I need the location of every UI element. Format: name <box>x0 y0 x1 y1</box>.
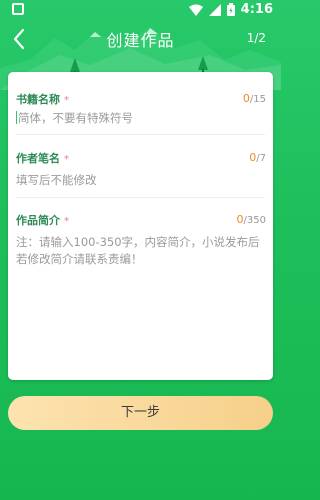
required-mark: * <box>64 216 69 227</box>
book-name-counter: 0/15 <box>242 92 266 105</box>
author-name-counter: 0/7 <box>249 151 266 164</box>
divider <box>16 197 265 198</box>
divider <box>16 134 265 135</box>
intro-textarea[interactable]: 注：请输入100-350字，内容简介，小说发布后若修改简介请联系责编！ <box>16 234 265 374</box>
book-name-input[interactable]: 简体，不要有特殊符号 <box>16 110 265 126</box>
system-navigation-bar <box>0 465 281 500</box>
page-title: 创建作品 <box>106 31 175 50</box>
book-name-label: 书籍名称 * <box>16 93 69 106</box>
text-cursor <box>16 111 17 124</box>
required-mark: * <box>64 154 69 165</box>
form-card: 书籍名称 * 0/15 简体，不要有特殊符号 作者笔名 * 0/7 填写后不能修改 … <box>8 72 273 380</box>
page-indicator: 1/2 <box>246 31 266 45</box>
status-bar: 4:16 <box>0 0 281 20</box>
next-step-button[interactable]: 下一步 <box>8 396 273 430</box>
app-bar: 创建作品 1/2 <box>0 20 281 60</box>
author-name-label: 作者笔名 * <box>16 152 69 165</box>
required-mark: * <box>64 95 69 106</box>
intro-counter: 0/350 <box>236 213 266 226</box>
notification-square-icon <box>12 3 24 15</box>
wifi-icon <box>188 4 203 16</box>
status-icons: 4:16 <box>188 2 273 17</box>
intro-label: 作品简介 * <box>16 214 69 227</box>
signal-icon <box>208 3 221 16</box>
status-time: 4:16 <box>240 2 273 17</box>
author-name-input[interactable]: 填写后不能修改 <box>16 172 265 188</box>
battery-icon <box>226 3 235 16</box>
